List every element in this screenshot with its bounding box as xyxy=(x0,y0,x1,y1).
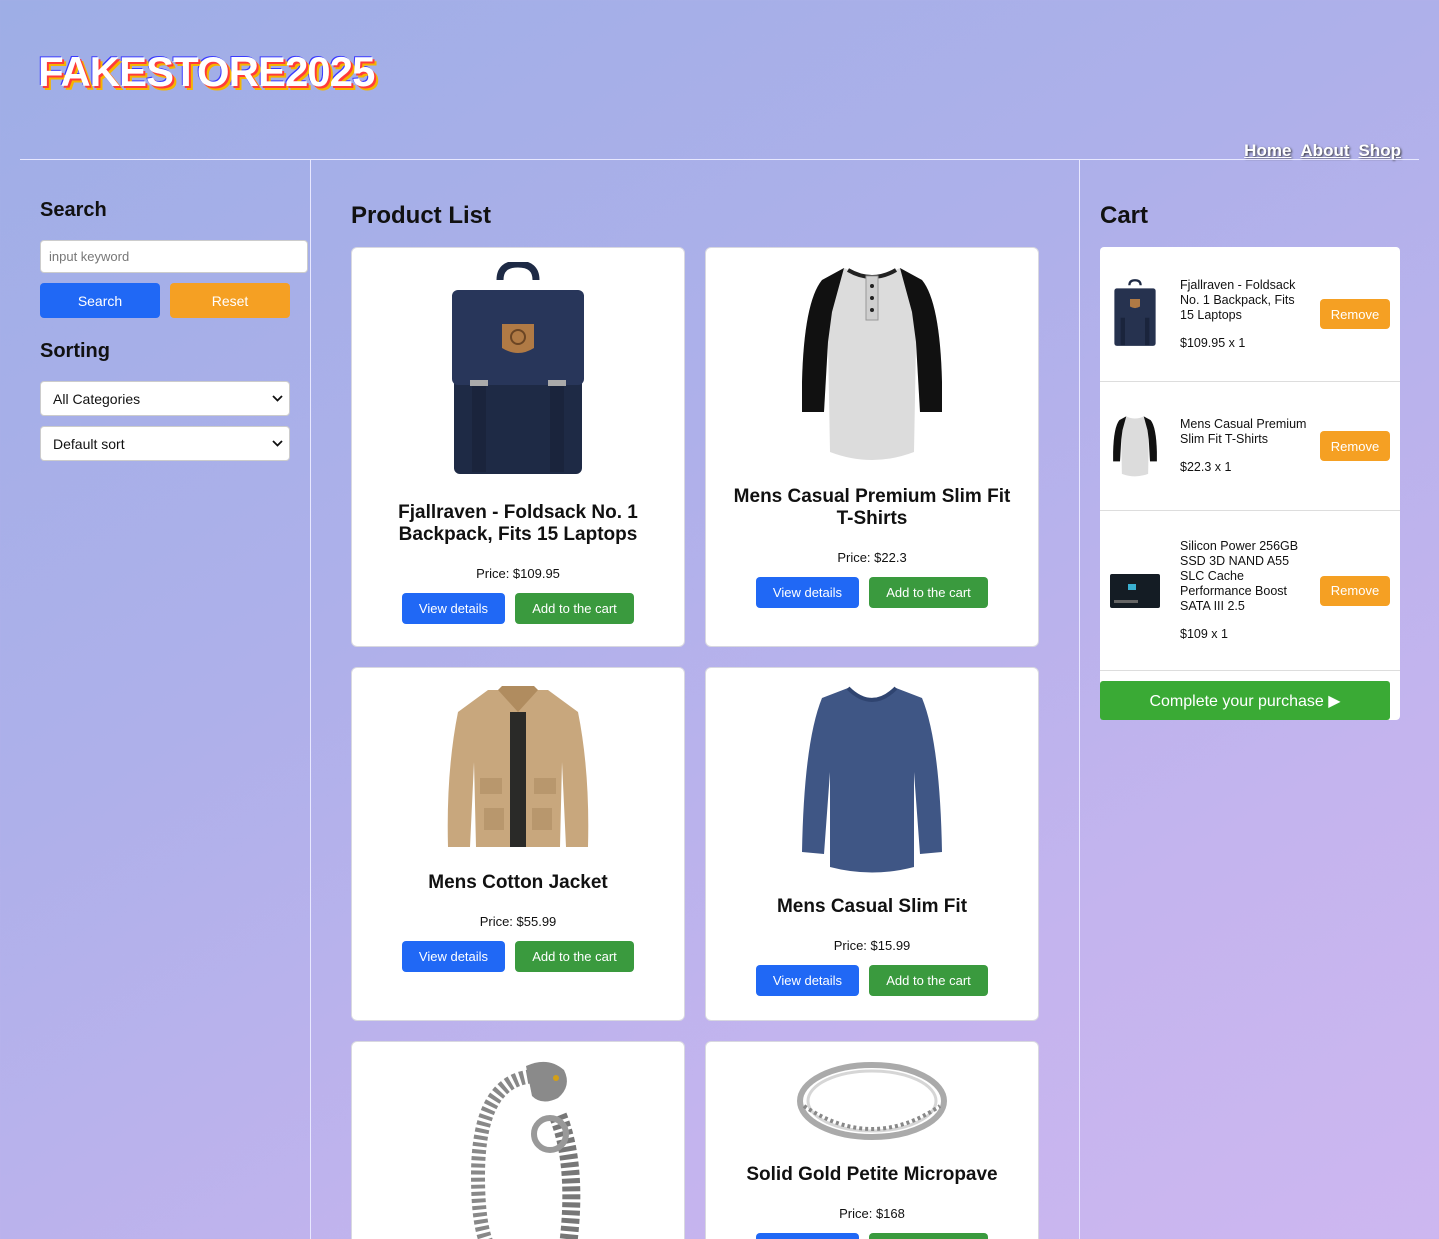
cart-title: Cart xyxy=(1100,202,1149,229)
product-price: Price: $15.99 xyxy=(833,938,911,953)
sidebar-divider xyxy=(310,160,311,1239)
main-nav: Home About Shop xyxy=(1244,141,1401,161)
product-title[interactable]: Solid Gold Petite Micropave xyxy=(728,1164,1015,1186)
category-select[interactable]: All Categories xyxy=(40,381,290,416)
cart-item-qty: $109.95 x 1 xyxy=(1180,335,1246,350)
category-select-value: All Categories xyxy=(53,390,141,407)
cart: Cart Fjallraven - Foldsack No. 1 Backpac… xyxy=(1100,199,1400,720)
search-title: Search xyxy=(40,199,107,221)
chevron-down-icon xyxy=(272,438,283,450)
search-button[interactable]: Search xyxy=(40,283,160,318)
product-image-jacket[interactable] xyxy=(438,682,598,852)
product-image-backpack[interactable] xyxy=(438,262,598,482)
reset-button[interactable]: Reset xyxy=(170,283,290,318)
view-details-button[interactable]: View details xyxy=(402,941,505,972)
cart-item: Mens Casual Premium Slim Fit T-Shirts $2… xyxy=(1100,382,1400,511)
product-list-title: Product List xyxy=(351,202,492,229)
nav-about-link[interactable]: About xyxy=(1300,141,1349,161)
add-to-cart-button[interactable]: Add to the cart xyxy=(515,941,634,972)
add-to-cart-button[interactable]: Add to the cart xyxy=(515,593,634,624)
view-details-button[interactable]: View details xyxy=(402,593,505,624)
product-price: Price: $109.95 xyxy=(476,566,560,581)
header-divider xyxy=(20,159,1419,160)
cart-item-name: Silicon Power 256GB SSD 3D NAND A55 SLC … xyxy=(1180,539,1299,613)
cart-item-qty: $109 x 1 xyxy=(1180,627,1228,641)
product-card: Mens Casual Premium Slim Fit T-Shirts Pr… xyxy=(705,247,1039,647)
product-price: Price: $168 xyxy=(839,1206,905,1221)
cart-item-image xyxy=(1110,413,1160,479)
product-title[interactable]: Mens Casual Slim Fit xyxy=(759,896,985,918)
cart-item: Silicon Power 256GB SSD 3D NAND A55 SLC … xyxy=(1100,511,1400,671)
product-image-ring[interactable] xyxy=(792,1056,952,1146)
product-title[interactable]: Mens Casual Premium Slim Fit T-Shirts xyxy=(706,486,1038,530)
cart-item-name: Fjallraven - Foldsack No. 1 Backpack, Fi… xyxy=(1180,277,1296,322)
cart-item-name: Mens Casual Premium Slim Fit T-Shirts xyxy=(1180,417,1307,446)
search-input[interactable] xyxy=(40,240,308,273)
product-card: Solid Gold Petite Micropave Price: $168 … xyxy=(705,1041,1039,1239)
sidebar: Search Search Reset Sorting All Categori… xyxy=(40,199,310,471)
product-image-dragon-bracelet[interactable] xyxy=(438,1056,598,1239)
remove-button[interactable]: Remove xyxy=(1320,299,1390,329)
add-to-cart-button[interactable]: Add to the cart xyxy=(869,577,988,608)
product-card: Mens Cotton Jacket Price: $55.99 View de… xyxy=(351,667,685,1021)
add-to-cart-button[interactable]: Add to the cart xyxy=(869,965,988,996)
nav-home-link[interactable]: Home xyxy=(1244,141,1291,161)
nav-shop-link[interactable]: Shop xyxy=(1359,141,1402,161)
product-title[interactable]: Fjallraven - Foldsack No. 1 Backpack, Fi… xyxy=(352,502,684,546)
product-price: Price: $55.99 xyxy=(479,914,557,929)
remove-button[interactable]: Remove xyxy=(1320,431,1390,461)
site-logo[interactable]: FAKESTORE2025 xyxy=(38,48,375,96)
complete-purchase-button[interactable]: Complete your purchase ▶ xyxy=(1100,681,1390,720)
view-details-button[interactable]: View details xyxy=(756,577,859,608)
cart-item: Fjallraven - Foldsack No. 1 Backpack, Fi… xyxy=(1100,247,1400,382)
product-card: Mens Casual Slim Fit Price: $15.99 View … xyxy=(705,667,1039,1021)
view-details-button[interactable]: View details xyxy=(756,1233,859,1239)
sort-select-value: Default sort xyxy=(53,435,125,452)
product-list: Product List Fjallraven - Foldsack No. 1… xyxy=(351,199,1041,1239)
view-details-button[interactable]: View details xyxy=(756,965,859,996)
product-image-raglan-tshirt[interactable] xyxy=(792,262,952,464)
cart-item-image xyxy=(1110,573,1160,608)
product-title[interactable]: Mens Cotton Jacket xyxy=(410,872,625,894)
product-card xyxy=(351,1041,685,1239)
sort-select[interactable]: Default sort xyxy=(40,426,290,461)
product-card: Fjallraven - Foldsack No. 1 Backpack, Fi… xyxy=(351,247,685,647)
chevron-down-icon xyxy=(272,393,283,405)
cart-divider xyxy=(1079,160,1080,1239)
add-to-cart-button[interactable]: Add to the cart xyxy=(869,1233,988,1239)
cart-item-qty: $22.3 x 1 xyxy=(1180,460,1232,474)
sorting-title: Sorting xyxy=(40,340,110,362)
product-price: Price: $22.3 xyxy=(837,550,907,565)
cart-list: Fjallraven - Foldsack No. 1 Backpack, Fi… xyxy=(1100,247,1400,720)
remove-button[interactable]: Remove xyxy=(1320,575,1390,606)
product-image-longsleeve-shirt[interactable] xyxy=(792,682,952,874)
cart-item-image xyxy=(1110,278,1160,350)
